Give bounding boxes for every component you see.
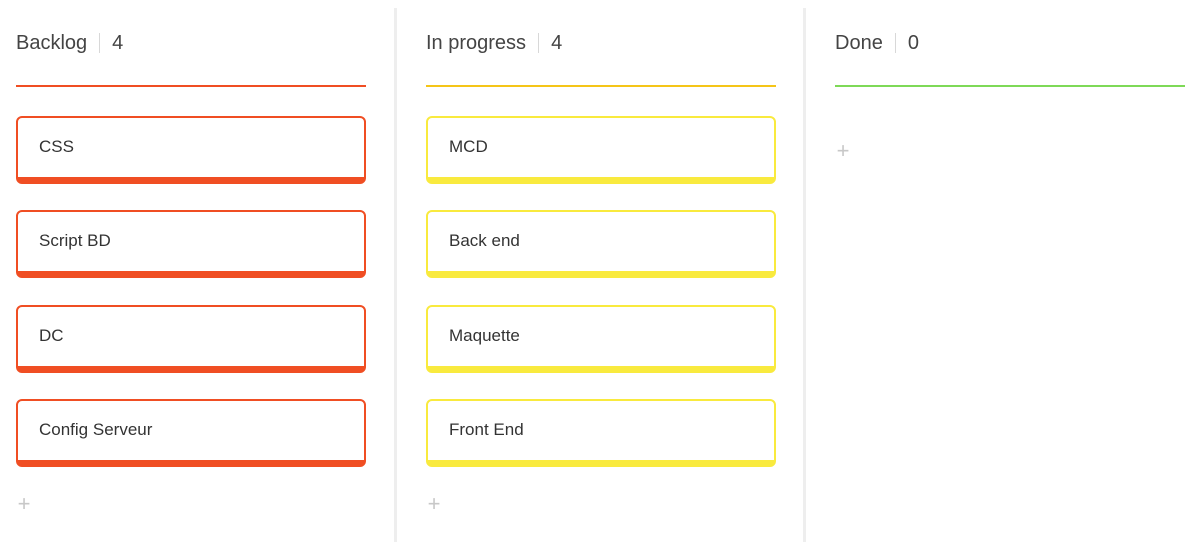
task-card[interactable]: DC [16, 305, 366, 373]
task-card[interactable]: Front End [426, 399, 776, 467]
card-count: 4 [112, 31, 124, 54]
column-title: In progress [426, 31, 527, 54]
column-title: Done [835, 31, 883, 54]
add-card-icon[interactable]: + [833, 140, 853, 162]
card-title: Maquette [449, 326, 520, 345]
card-title: Config Serveur [39, 420, 153, 439]
header-separator [538, 33, 540, 53]
column-header[interactable]: Backlog 4 [16, 28, 123, 58]
task-card[interactable]: Config Serveur [16, 399, 366, 467]
card-title: Script BD [39, 231, 111, 250]
column-header[interactable]: In progress 4 [426, 28, 562, 58]
column-title: Backlog [16, 31, 88, 54]
card-title: DC [39, 326, 64, 345]
card-title: Front End [449, 420, 524, 439]
add-card-icon[interactable]: + [424, 493, 444, 515]
column-divider [394, 8, 397, 542]
add-card-icon[interactable]: + [14, 493, 34, 515]
column-divider [803, 8, 806, 542]
card-title: CSS [39, 137, 74, 156]
card-title: MCD [449, 137, 488, 156]
column-color-bar [426, 85, 776, 87]
task-card[interactable]: Back end [426, 210, 776, 278]
column-header[interactable]: Done 0 [835, 28, 919, 58]
header-separator [894, 33, 896, 53]
card-count: 0 [907, 31, 919, 54]
column-done: Done 0 + [835, 0, 1185, 542]
card-title: Back end [449, 231, 520, 250]
task-card[interactable]: Script BD [16, 210, 366, 278]
card-count: 4 [551, 31, 563, 54]
header-separator [99, 33, 101, 53]
column-in-progress: In progress 4 MCD Back end Maquette Fron… [426, 0, 776, 542]
task-card[interactable]: CSS [16, 116, 366, 184]
column-backlog: Backlog 4 CSS Script BD DC Config Serveu… [16, 0, 366, 542]
column-color-bar [16, 85, 366, 87]
task-card[interactable]: Maquette [426, 305, 776, 373]
task-card[interactable]: MCD [426, 116, 776, 184]
kanban-board: Backlog 4 CSS Script BD DC Config Serveu… [0, 0, 1201, 542]
column-color-bar [835, 85, 1185, 87]
